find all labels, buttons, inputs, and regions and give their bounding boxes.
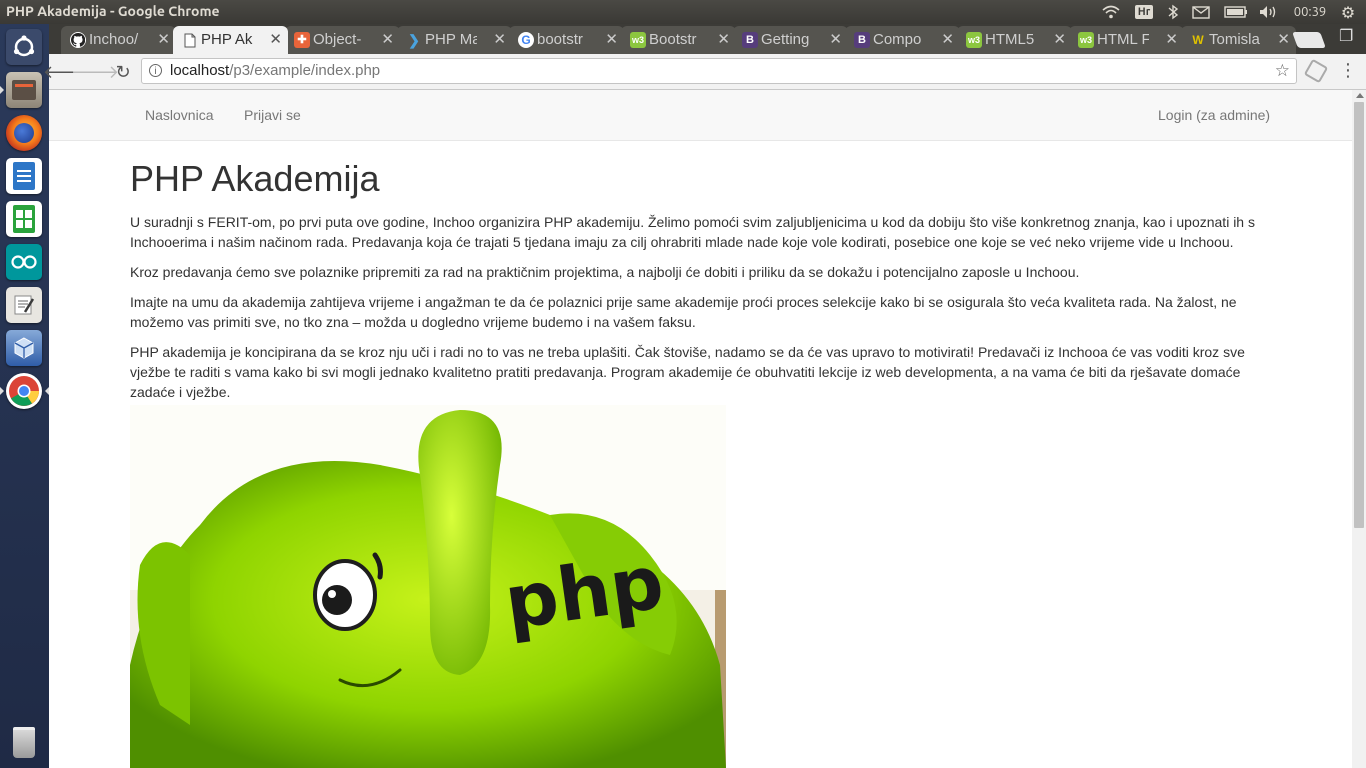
virtualbox-icon[interactable]: [6, 330, 42, 366]
close-icon[interactable]: ✕: [1277, 26, 1290, 53]
page-title: PHP Akademija: [130, 158, 380, 199]
tab-google-search[interactable]: G bootstr ✕: [509, 26, 624, 54]
writer-icon[interactable]: [6, 158, 42, 194]
bluetooth-icon[interactable]: [1163, 2, 1183, 22]
calc-icon[interactable]: [6, 201, 42, 237]
tab-object[interactable]: ✚ Object- ✕: [285, 26, 400, 54]
firefox-icon[interactable]: [6, 115, 42, 151]
w3-icon: w3: [1078, 32, 1094, 48]
bootstrap-icon: B: [854, 32, 870, 48]
running-indicator: [0, 387, 4, 395]
keyboard-layout-indicator[interactable]: Hr: [1133, 2, 1155, 22]
php-elephant-image: php: [130, 405, 726, 768]
tab-bootstrap-w3[interactable]: w3 Bootstr ✕: [621, 26, 736, 54]
tab-label: Tomisla: [1209, 31, 1260, 48]
files-icon[interactable]: [6, 72, 42, 108]
paragraph: PHP akademija je koncipirana da se kroz …: [130, 344, 1245, 400]
reload-button[interactable]: ↻: [111, 60, 135, 84]
chrome-menu-icon[interactable]: ⋮: [1339, 60, 1357, 81]
intro-paragraph: U suradnji s FERIT-om, po prvi puta ove …: [130, 214, 1255, 250]
nav-link-admin-login[interactable]: Login (za admine): [1158, 107, 1270, 123]
url-host: localhost: [170, 62, 230, 79]
close-icon[interactable]: ✕: [605, 26, 618, 53]
tab-components[interactable]: B Compo ✕: [845, 26, 960, 54]
tab-label: HTML5: [985, 31, 1035, 48]
tab-strip: Inchoo/ ✕ PHP Ak ✕ ✚ Object- ✕ ❯ PHP Ma …: [49, 24, 1366, 54]
tab-label: HTML F: [1097, 31, 1149, 48]
new-tab-button[interactable]: [1292, 32, 1326, 48]
volume-icon[interactable]: [1256, 2, 1280, 22]
keyboard-layout-label: Hr: [1134, 5, 1154, 19]
arduino-icon[interactable]: [6, 244, 42, 280]
close-icon[interactable]: ✕: [1053, 26, 1066, 53]
page-scrollbar[interactable]: [1352, 90, 1366, 768]
tab-tomislav[interactable]: W Tomisla ✕: [1181, 26, 1296, 54]
close-icon[interactable]: ✕: [493, 26, 506, 53]
unity-launcher: [0, 24, 50, 768]
close-icon[interactable]: ✕: [157, 26, 170, 53]
plus-icon: ✚: [294, 32, 310, 48]
tab-php-akademija[interactable]: PHP Ak ✕: [173, 26, 288, 54]
nav-link-signup[interactable]: Prijavi se: [244, 107, 301, 123]
w3-icon: w3: [630, 32, 646, 48]
paragraph: Imajte na umu da akademija zahtijeva vri…: [130, 294, 1237, 330]
github-icon: [70, 32, 86, 48]
extension-icon[interactable]: [1303, 58, 1329, 84]
page-viewport: Naslovnica Prijavi se Login (za admine) …: [49, 90, 1352, 768]
url-text[interactable]: localhost/p3/example/index.php: [170, 59, 380, 83]
tab-label: PHP Ak: [201, 31, 253, 48]
tab-label: PHP Ma: [425, 31, 477, 48]
mail-icon[interactable]: [1190, 2, 1212, 22]
tab-inchoo-github[interactable]: Inchoo/ ✕: [61, 26, 176, 54]
chrome-icon[interactable]: [6, 373, 42, 409]
paragraph: Kroz predavanja ćemo sve polaznike pripr…: [130, 264, 1080, 280]
tab-label: Object-: [313, 31, 362, 48]
system-gear-icon[interactable]: ⚙: [1336, 2, 1360, 22]
tab-html5[interactable]: w3 HTML5 ✕: [957, 26, 1072, 54]
site-navbar: Naslovnica Prijavi se Login (za admine): [49, 90, 1352, 141]
address-bar[interactable]: i localhost/p3/example/index.php ☆: [141, 58, 1297, 84]
window-restore-icon[interactable]: ❐: [1339, 26, 1353, 45]
close-icon[interactable]: ✕: [1165, 26, 1178, 53]
ubuntu-dash-icon[interactable]: [6, 29, 42, 65]
close-icon[interactable]: ✕: [717, 26, 730, 53]
w3-icon: w3: [966, 32, 982, 48]
url-path: /p3/example/index.php: [229, 62, 381, 79]
php-mirror-icon: ❯: [408, 31, 420, 48]
main-content: PHP Akademija U suradnji s FERIT-om, po …: [130, 156, 1270, 412]
close-icon[interactable]: ✕: [269, 26, 282, 53]
browser-toolbar: 🡐 🡒 ↻ i localhost/p3/example/index.php ☆…: [43, 54, 1366, 90]
tab-label: Bootstr: [649, 31, 697, 48]
w-icon: W: [1192, 32, 1204, 47]
tab-label: Getting: [761, 31, 810, 48]
info-icon[interactable]: i: [149, 64, 162, 77]
trash-icon[interactable]: [6, 724, 42, 760]
ubuntu-top-panel: PHP Akademija - Google Chrome Hr 00:39 ⚙: [0, 0, 1366, 24]
close-icon[interactable]: ✕: [829, 26, 842, 53]
page-icon: [182, 32, 198, 48]
forward-button[interactable]: 🡒: [71, 60, 119, 84]
nav-link-home[interactable]: Naslovnica: [145, 107, 213, 123]
bootstrap-icon: B: [742, 32, 758, 48]
bookmark-star-icon[interactable]: ☆: [1275, 59, 1290, 83]
tab-label: Compo: [873, 31, 922, 48]
tab-label: bootstr: [537, 31, 583, 48]
scroll-up-arrow[interactable]: [1356, 93, 1364, 98]
clock[interactable]: 00:39: [1290, 2, 1330, 22]
tab-label: Inchoo/: [89, 31, 139, 48]
tab-getting-started[interactable]: B Getting ✕: [733, 26, 848, 54]
tab-html-forms[interactable]: w3 HTML F ✕: [1069, 26, 1184, 54]
window-title: PHP Akademija - Google Chrome: [6, 3, 220, 19]
running-indicator: [0, 86, 4, 94]
scroll-thumb[interactable]: [1354, 102, 1364, 528]
battery-icon[interactable]: [1222, 2, 1250, 22]
wifi-icon[interactable]: [1100, 2, 1122, 22]
text-editor-icon[interactable]: [6, 287, 42, 323]
tab-php-manual[interactable]: ❯ PHP Ma ✕: [397, 26, 512, 54]
google-icon: G: [518, 32, 534, 48]
close-icon[interactable]: ✕: [941, 26, 954, 53]
close-icon[interactable]: ✕: [381, 26, 394, 53]
